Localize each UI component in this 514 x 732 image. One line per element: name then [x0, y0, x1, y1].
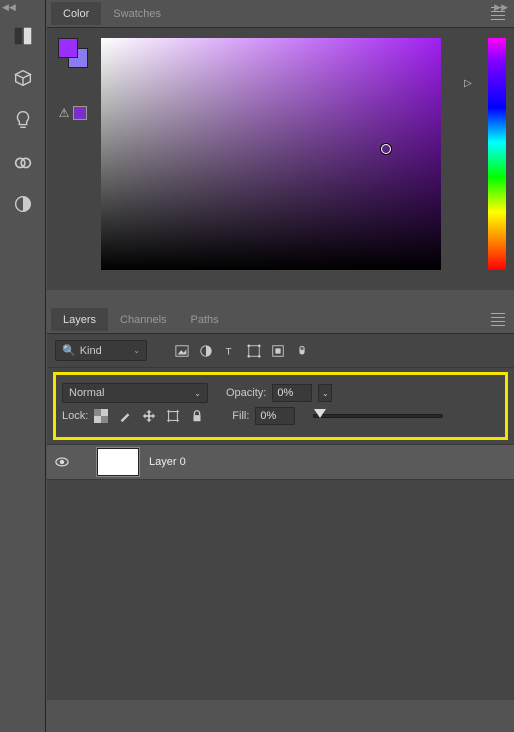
filter-smart-icon[interactable]	[269, 342, 287, 360]
lightbulb-icon[interactable]	[3, 100, 43, 140]
opacity-label: Opacity:	[226, 387, 266, 399]
foreground-background-swatch[interactable]	[58, 38, 88, 68]
opacity-dropdown-button[interactable]: ⌄	[318, 384, 332, 402]
kind-filter-select[interactable]: 🔍 Kind ⌄	[55, 340, 147, 361]
hue-slider[interactable]	[488, 38, 506, 270]
filter-shape-icon[interactable]	[245, 342, 263, 360]
svg-text:T: T	[226, 346, 232, 357]
layer-name[interactable]: Layer 0	[149, 456, 186, 468]
adjustment-icon[interactable]	[3, 184, 43, 224]
blend-mode-select[interactable]: Normal ⌄	[62, 383, 208, 403]
saturation-value-picker[interactable]	[101, 38, 441, 270]
chevron-down-icon: ⌄	[194, 389, 201, 398]
cloud-icon[interactable]	[3, 142, 43, 182]
tab-swatches[interactable]: Swatches	[101, 2, 173, 25]
collapse-arrow-icon[interactable]: ◀◀	[2, 2, 16, 13]
foreground-color-swatch[interactable]	[58, 38, 78, 58]
lock-all-icon[interactable]	[190, 409, 204, 423]
sv-cursor	[381, 144, 391, 154]
fill-input[interactable]: 0%	[255, 407, 295, 425]
lock-transparency-icon[interactable]	[94, 409, 108, 423]
gamut-warning-icon[interactable]: ⚠	[59, 106, 70, 120]
hue-indicator-icon: ▷	[464, 78, 472, 89]
filter-adjustment-icon[interactable]	[197, 342, 215, 360]
kind-label: Kind	[80, 345, 102, 357]
layers-empty-area	[47, 480, 514, 700]
opacity-input[interactable]: 0%	[272, 384, 312, 402]
layers-panel-menu-icon[interactable]	[488, 310, 508, 330]
tab-layers[interactable]: Layers	[51, 308, 108, 331]
3d-tool-icon[interactable]	[3, 58, 43, 98]
filter-image-icon[interactable]	[173, 342, 191, 360]
search-icon: 🔍	[62, 344, 76, 357]
layer-thumbnail[interactable]	[97, 448, 139, 476]
layers-panel-tabs: Layers Channels Paths	[47, 306, 514, 334]
visibility-eye-icon[interactable]	[55, 455, 69, 469]
main-panels: ▶▶ Color Swatches ⚠ ▷ Layer	[47, 0, 514, 732]
layer-list: Layer 0	[47, 444, 514, 480]
filter-type-icon[interactable]: T	[221, 342, 239, 360]
opacity-fill-highlight: Normal ⌄ Opacity: 0% ⌄ Lock: Fill:	[53, 372, 508, 440]
color-panel: ⚠ ▷	[47, 28, 514, 290]
chevron-down-icon: ⌄	[133, 346, 140, 355]
lock-artboard-icon[interactable]	[166, 409, 180, 423]
slider-thumb[interactable]	[314, 409, 326, 418]
tab-channels[interactable]: Channels	[108, 308, 178, 331]
tab-color[interactable]: Color	[51, 2, 101, 25]
fill-slider[interactable]	[313, 414, 443, 418]
tab-paths[interactable]: Paths	[179, 308, 231, 331]
brush-tool-icon[interactable]	[3, 16, 43, 56]
filter-toggle-icon[interactable]	[293, 342, 311, 360]
gamut-swatch[interactable]	[73, 106, 87, 120]
color-panel-tabs: Color Swatches	[47, 0, 514, 28]
expand-arrow-icon[interactable]: ▶▶	[494, 2, 508, 13]
layer-row[interactable]: Layer 0	[47, 444, 514, 480]
fill-label: Fill:	[232, 410, 249, 422]
left-toolbar: ◀◀	[0, 0, 46, 732]
layer-filter-bar: 🔍 Kind ⌄ T	[47, 334, 514, 368]
lock-label: Lock:	[62, 410, 88, 422]
blend-mode-value: Normal	[69, 387, 104, 399]
lock-paint-icon[interactable]	[118, 409, 132, 423]
lock-position-icon[interactable]	[142, 409, 156, 423]
